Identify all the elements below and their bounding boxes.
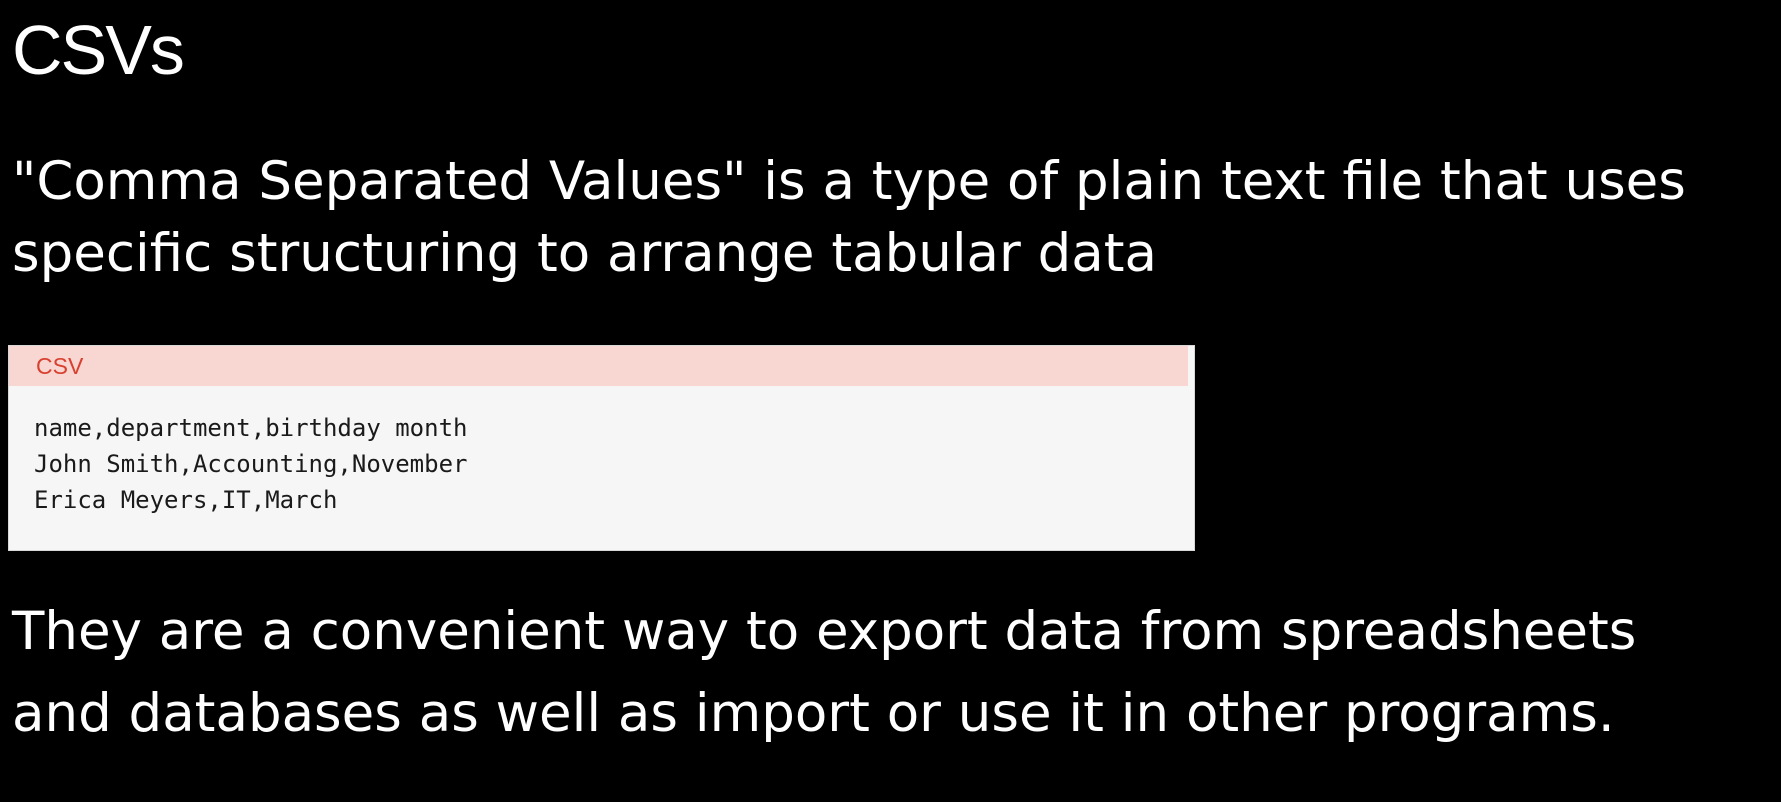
intro-line: "Comma Separated Values" is a type of pl… (12, 151, 1686, 212)
summary-paragraph: They are a convenient way to export data… (12, 591, 1636, 755)
intro-line: specific structuring to arrange tabular … (12, 223, 1158, 284)
code-language-label: CSV (9, 346, 1188, 386)
summary-line: They are a convenient way to export data… (12, 601, 1637, 662)
code-content: name,department,birthday month John Smith… (9, 386, 1194, 518)
csv-code-block: CSV name,department,birthday month John S… (8, 345, 1195, 551)
code-line: name,department,birthday month (34, 414, 468, 442)
code-line: Erica Meyers,IT,March (34, 486, 338, 514)
intro-paragraph: "Comma Separated Values" is a type of pl… (12, 146, 1686, 290)
summary-line: and databases as well as import or use i… (12, 683, 1615, 744)
code-line: John Smith,Accounting,November (34, 450, 468, 478)
slide-title: CSVs (12, 11, 185, 89)
